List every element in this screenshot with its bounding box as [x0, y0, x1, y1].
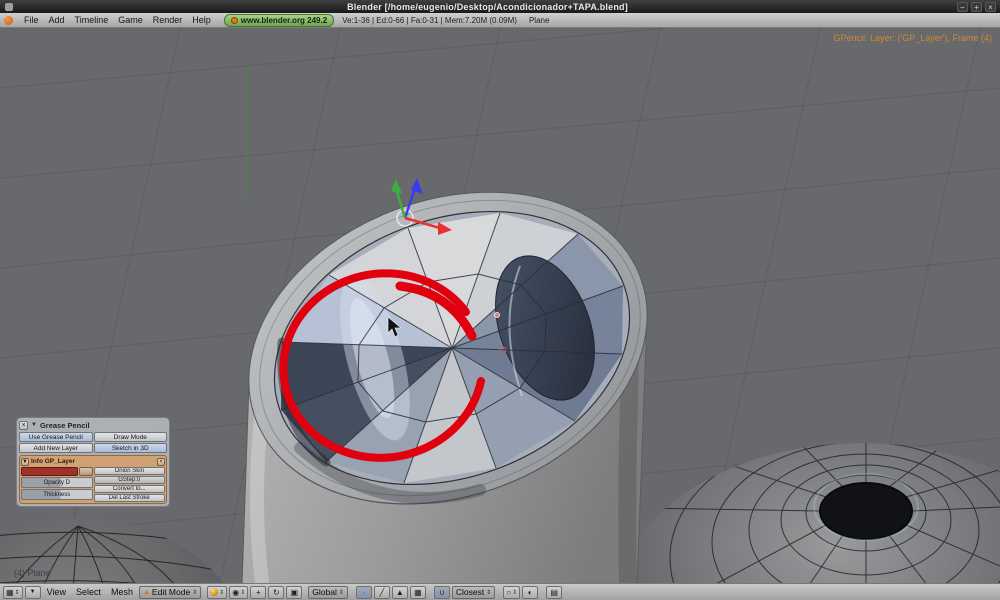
- updown-icon: ⇕: [219, 589, 225, 596]
- edge-select-button[interactable]: ╱: [373, 585, 390, 599]
- updown-icon: ⇕: [486, 589, 492, 596]
- view3d-header: ▦ ⇕ ▼ View Select Mesh ▲ Edit Mode ⇕ ⇕ ◉…: [0, 583, 1000, 600]
- shading-icon: ◐: [527, 587, 533, 597]
- sketch-in-3d-button[interactable]: Sketch in 3D: [93, 443, 167, 453]
- version-badge-label: www.blender.org 249.2: [240, 15, 328, 25]
- face-select-button[interactable]: ▲: [391, 585, 408, 599]
- gstep-field[interactable]: GStep:0: [93, 476, 165, 484]
- translate-icon: +: [255, 587, 261, 597]
- menu-add[interactable]: Add: [44, 15, 70, 25]
- manipulator-y-axis-arrow[interactable]: [391, 179, 402, 194]
- minimize-button[interactable]: −: [957, 1, 968, 12]
- layer-lock-icon[interactable]: [78, 467, 93, 476]
- titlebar: Blender [/home/eugenio/Desktop/Acondicio…: [0, 0, 1000, 13]
- snap-target-label: Closest: [455, 587, 485, 597]
- select-menu[interactable]: Select: [72, 587, 105, 597]
- editor-type-button[interactable]: ▦ ⇕: [3, 585, 23, 599]
- panel-title: Grease Pencil: [39, 420, 90, 430]
- layer-collapse-icon[interactable]: ▼: [21, 457, 29, 466]
- draw-type-dropdown[interactable]: ⇕: [207, 585, 228, 599]
- draw-type-sphere-icon: [210, 588, 219, 596]
- manipulator-translate-button[interactable]: +: [250, 585, 267, 599]
- updown-icon: ⇕: [192, 589, 198, 596]
- mode-mesh-icon: ▲: [142, 588, 150, 596]
- stroke-color-swatch[interactable]: [21, 467, 78, 476]
- grease-pencil-panel[interactable]: × ▼ Grease Pencil Use Grease Pencil Draw…: [16, 417, 170, 507]
- use-grease-pencil-button[interactable]: Use Grease Pencil: [19, 432, 93, 442]
- gpencil-layer-box: ▼ Info GP_Layer × Opacity D Thickness On…: [19, 455, 167, 504]
- window-title: Blender [/home/eugenio/Desktop/Acondicio…: [347, 1, 628, 12]
- viewport-shading-button[interactable]: ◐: [522, 585, 539, 599]
- edge-select-icon: ╱: [379, 587, 385, 597]
- scene-stats: Ve:1-36 | Ed:0-66 | Fa:0-31 | Mem:7.20M …: [342, 15, 517, 25]
- thickness-slider[interactable]: Thickness: [21, 489, 93, 500]
- opacity-slider[interactable]: Opacity D: [21, 477, 93, 488]
- onion-skin-button[interactable]: Onion Skin: [93, 467, 165, 475]
- convert-to-button[interactable]: Convert to...: [93, 485, 165, 493]
- layer-title[interactable]: Info GP_Layer: [31, 458, 155, 465]
- top-header: File Add Timeline Game Render Help www.b…: [0, 13, 1000, 28]
- del-last-stroke-button[interactable]: Del Last Stroke: [93, 494, 165, 502]
- editor-type-icon: ▦: [6, 587, 14, 597]
- gpencil-status-text: GPencil: Layer: ('GP_Layer'), Frame (4): [833, 33, 992, 43]
- mesh-menu[interactable]: Mesh: [107, 587, 137, 597]
- active-object-name: Plane: [528, 15, 550, 25]
- menu-timeline[interactable]: Timeline: [70, 15, 114, 25]
- menu-game[interactable]: Game: [113, 15, 148, 25]
- cylinder-mesh-object[interactable]: [205, 139, 692, 583]
- window-icon: [5, 2, 13, 11]
- add-new-layer-button[interactable]: Add New Layer: [19, 443, 93, 453]
- layer-delete-icon[interactable]: ×: [157, 457, 165, 466]
- updown-icon: ⇕: [512, 589, 518, 596]
- mode-label: Edit Mode: [151, 587, 191, 597]
- render-icon: ▤: [550, 587, 558, 597]
- snap-magnet-button[interactable]: ∪: [433, 585, 450, 599]
- blender-logo-icon[interactable]: [4, 15, 13, 25]
- wireframe-sphere-right[interactable]: [612, 418, 1000, 583]
- close-button[interactable]: ×: [985, 1, 996, 12]
- face-select-icon: ▲: [395, 587, 404, 597]
- blender-dot-icon: [230, 16, 238, 24]
- coord-space-dropdown[interactable]: Global ⇕: [308, 585, 348, 599]
- panel-collapse-icon[interactable]: ▼: [31, 422, 37, 428]
- updown-icon: ⇕: [240, 589, 246, 596]
- coord-space-label: Global: [312, 587, 337, 597]
- window-controls: − + ×: [957, 1, 996, 12]
- manipulator-rotate-button[interactable]: ↻: [268, 585, 285, 599]
- version-badge[interactable]: www.blender.org 249.2: [223, 13, 335, 27]
- scale-icon: ▣: [290, 587, 299, 597]
- pivot-dropdown[interactable]: ◉ ⇕: [229, 585, 249, 599]
- mode-dropdown[interactable]: ▲ Edit Mode ⇕: [138, 585, 202, 599]
- vertex-select-button[interactable]: ∙: [355, 585, 372, 599]
- viewport-3d[interactable]: GPencil: Layer: ('GP_Layer'), Frame (4) …: [0, 28, 1000, 583]
- view-name-label: (4) Plane: [14, 568, 51, 578]
- view-menu[interactable]: View: [43, 587, 70, 597]
- maximize-button[interactable]: +: [971, 1, 982, 12]
- menu-help[interactable]: Help: [187, 15, 216, 25]
- menu-file[interactable]: File: [19, 15, 44, 25]
- collapse-icon: ▼: [29, 589, 36, 595]
- panel-close-icon[interactable]: ×: [19, 420, 28, 430]
- vertex-select-icon: ∙: [362, 587, 365, 597]
- menu-render[interactable]: Render: [148, 15, 188, 25]
- occlude-icon: ▦: [414, 587, 422, 597]
- manipulator-scale-button[interactable]: ▣: [286, 585, 303, 599]
- magnet-icon: ∪: [438, 587, 445, 597]
- updown-icon: ⇕: [14, 589, 20, 596]
- draw-mode-button[interactable]: Draw Mode: [93, 432, 167, 442]
- occlude-toggle-button[interactable]: ▦: [409, 585, 426, 599]
- render-preview-button[interactable]: ▤: [546, 585, 563, 599]
- object-center-dot: [494, 312, 500, 318]
- snap-target-dropdown[interactable]: Closest ⇕: [451, 585, 496, 599]
- grease-pencil-panel-header: × ▼ Grease Pencil: [19, 420, 167, 430]
- updown-icon: ⇕: [338, 589, 344, 596]
- sphere-pole-hole: [819, 482, 913, 540]
- proportional-edit-icon: ○: [506, 587, 512, 597]
- header-collapse-button[interactable]: ▼: [24, 585, 41, 599]
- pivot-icon: ◉: [232, 587, 240, 597]
- blender-window: Blender [/home/eugenio/Desktop/Acondicio…: [0, 0, 1000, 600]
- proportional-edit-dropdown[interactable]: ○ ⇕: [503, 585, 521, 599]
- rotate-icon: ↻: [272, 587, 280, 597]
